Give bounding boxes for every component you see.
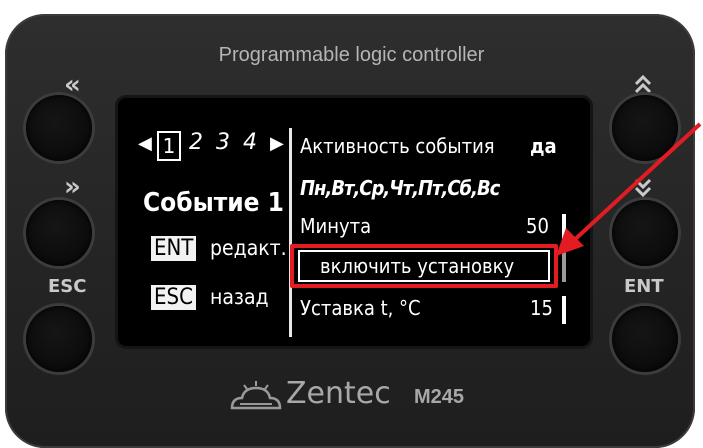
device-title: Programmable logic controller — [218, 44, 485, 66]
scrollbar-bottom[interactable] — [562, 296, 566, 324]
annotation-arrow-icon — [556, 122, 702, 256]
setpoint-value[interactable]: 15 — [530, 296, 553, 320]
activity-label: Активность события — [300, 134, 495, 158]
esc-hint-text: назад — [210, 285, 269, 309]
tab-4[interactable]: 4 — [243, 130, 257, 155]
ent-hint-text: редакт. — [210, 236, 287, 260]
minute-value[interactable]: 50 — [526, 214, 549, 238]
model-name: M245 — [414, 386, 465, 408]
days-of-week[interactable]: Пн,Вт,Ср,Чт,Пт,Сб,Вс — [300, 176, 500, 200]
esc-button[interactable] — [26, 306, 92, 372]
ent-key-hint: ENT — [151, 236, 197, 261]
tab-prev-arrow[interactable]: ◀ — [138, 133, 152, 154]
setpoint-label: Уставка t, °C — [300, 296, 421, 320]
double-chevron-up-icon — [634, 74, 652, 94]
left-mid-button-label: » — [64, 172, 81, 202]
scroll-right-button[interactable] — [26, 200, 92, 266]
brand-name: Zentec — [286, 376, 391, 411]
ent-button[interactable] — [612, 306, 678, 372]
ent-button-label: ENT — [624, 276, 664, 297]
cloud-sun-logo-icon — [230, 381, 282, 410]
esc-key-hint: ESC — [151, 285, 196, 310]
tab-3[interactable]: 3 — [216, 130, 230, 155]
tab-active[interactable]: 1 — [157, 131, 181, 161]
esc-button-label: ESC — [48, 276, 87, 297]
tab-2[interactable]: 2 — [189, 130, 203, 155]
scroll-left-button[interactable] — [26, 95, 92, 161]
highlight-annotation-box — [290, 244, 558, 288]
screen-divider — [289, 128, 292, 337]
event-title: Событие 1 — [143, 188, 284, 218]
minute-label: Минута — [300, 214, 372, 238]
tab-next-arrow[interactable]: ▶ — [270, 133, 284, 154]
